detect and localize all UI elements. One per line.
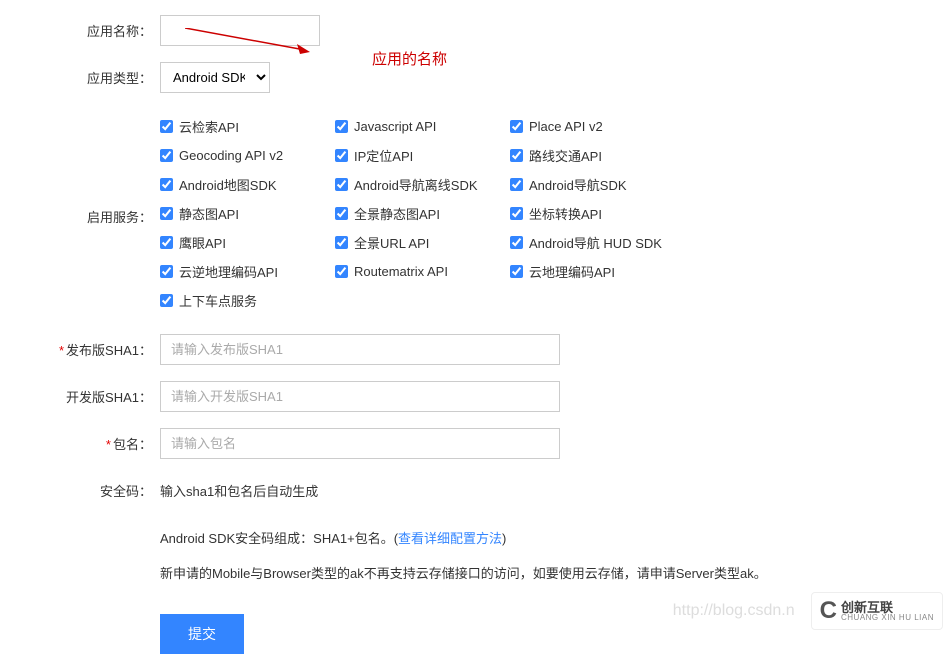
service-checkbox[interactable] — [335, 120, 348, 133]
release-sha1-input[interactable] — [160, 334, 560, 365]
service-checkbox[interactable] — [335, 236, 348, 249]
service-label: 鹰眼API — [179, 233, 226, 252]
service-checkbox[interactable] — [510, 236, 523, 249]
service-label: 云逆地理编码API — [179, 262, 278, 281]
config-method-link[interactable]: 查看详细配置方法 — [398, 531, 502, 546]
service-label: 全景静态图API — [354, 204, 440, 223]
service-label: Android地图SDK — [179, 175, 277, 194]
app-name-label: 应用名称： — [0, 15, 160, 40]
service-checkbox[interactable] — [160, 120, 173, 133]
watermark: http://blog.csdn.n C 创新互联 CHUANG XIN HU … — [673, 592, 943, 630]
service-checkbox[interactable] — [160, 178, 173, 191]
service-label: Place API v2 — [529, 119, 603, 134]
service-checkbox[interactable] — [335, 149, 348, 162]
ak-notice: 新申请的Mobile与Browser类型的ak不再支持云存储接口的访问，如要使用… — [160, 563, 947, 582]
service-checkbox[interactable] — [510, 120, 523, 133]
service-label: Android导航SDK — [529, 175, 627, 194]
sdk-info: Android SDK安全码组成：SHA1+包名。(查看详细配置方法) — [160, 528, 947, 547]
dev-sha1-input[interactable] — [160, 381, 560, 412]
package-name-label: *包名： — [0, 428, 160, 453]
service-checkbox[interactable] — [335, 207, 348, 220]
service-label: Javascript API — [354, 119, 436, 134]
service-checkbox[interactable] — [510, 265, 523, 278]
service-checkbox[interactable] — [160, 236, 173, 249]
app-type-label: 应用类型： — [0, 62, 160, 87]
service-label: 路线交通API — [529, 146, 602, 165]
service-label: 静态图API — [179, 204, 239, 223]
services-grid: 云检索API Javascript API Place API v2 Geoco… — [160, 117, 947, 310]
package-name-input[interactable] — [160, 428, 560, 459]
service-label: 云地理编码API — [529, 262, 615, 281]
service-label: Geocoding API v2 — [179, 148, 283, 163]
services-label: 启用服务： — [0, 117, 160, 226]
service-checkbox[interactable] — [160, 294, 173, 307]
service-checkbox[interactable] — [510, 178, 523, 191]
security-code-label: 安全码： — [0, 475, 160, 500]
service-label: Android导航离线SDK — [354, 175, 478, 194]
service-label: 云检索API — [179, 117, 239, 136]
service-label: IP定位API — [354, 146, 413, 165]
service-checkbox[interactable] — [335, 178, 348, 191]
watermark-logo: C 创新互联 CHUANG XIN HU LIAN — [811, 592, 943, 630]
annotation-arrow — [185, 28, 320, 58]
annotation-text: 应用的名称 — [372, 48, 447, 69]
service-label: 全景URL API — [354, 233, 429, 252]
service-checkbox[interactable] — [510, 149, 523, 162]
dev-sha1-label: 开发版SHA1： — [0, 381, 160, 406]
service-label: Android导航 HUD SDK — [529, 233, 662, 252]
logo-icon: C — [820, 597, 837, 625]
service-checkbox[interactable] — [160, 207, 173, 220]
service-checkbox[interactable] — [160, 265, 173, 278]
watermark-url: http://blog.csdn.n — [673, 602, 795, 620]
service-label: 坐标转换API — [529, 204, 602, 223]
security-code-hint: 输入sha1和包名后自动生成 — [160, 475, 947, 500]
release-sha1-label: *发布版SHA1： — [0, 334, 160, 359]
service-checkbox[interactable] — [160, 149, 173, 162]
service-label: Routematrix API — [354, 264, 448, 279]
service-label: 上下车点服务 — [179, 291, 257, 310]
app-type-select[interactable]: Android SDK — [160, 62, 270, 93]
service-checkbox[interactable] — [335, 265, 348, 278]
service-checkbox[interactable] — [510, 207, 523, 220]
submit-button[interactable]: 提交 — [160, 614, 244, 654]
